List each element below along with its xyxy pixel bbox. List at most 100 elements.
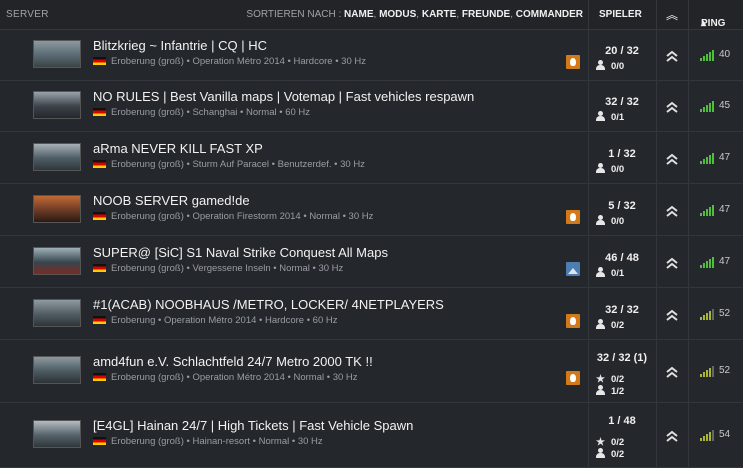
map-thumbnail <box>33 247 81 275</box>
server-meta-text: Eroberung (groß) • Sturm Auf Paracel • B… <box>111 159 365 170</box>
ping-ms: 52 <box>719 365 731 376</box>
person-icon <box>596 60 605 70</box>
sort-commander[interactable]: COMMANDER <box>516 9 583 20</box>
map-thumbnail <box>33 356 81 384</box>
person-icon <box>596 111 605 121</box>
flame-icon <box>566 55 580 69</box>
column-spieler[interactable]: SPIELER <box>588 0 657 29</box>
player-count: 20 / 32 <box>605 45 639 57</box>
rank-chevron-icon <box>665 365 679 379</box>
map-thumbnail <box>33 420 81 448</box>
map-thumbnail <box>33 195 81 223</box>
flag-germany-icon <box>93 264 106 272</box>
server-name: #1(ACAB) NOOBHAUS /METRO, LOCKER/ 4NETPL… <box>93 297 444 312</box>
commander-star-icon: ★ <box>596 374 605 385</box>
column-divider <box>656 30 657 80</box>
server-meta: Eroberung (groß) • Operation Métro 2014 … <box>93 372 358 383</box>
sort-name[interactable]: NAME <box>344 9 373 20</box>
ping-value: 47 <box>700 152 730 164</box>
player-count: 1 / 48 <box>608 415 636 427</box>
flame-icon <box>566 210 580 224</box>
player-count: 32 / 32 (1) <box>596 352 648 364</box>
server-row[interactable]: NOOB SERVER gamed!de Eroberung (groß) • O… <box>0 184 743 236</box>
player-count: 32 / 32 <box>605 96 639 108</box>
player-count: 5 / 32 <box>608 200 636 212</box>
ping-ms: 47 <box>719 256 731 267</box>
rank-chevron-icon <box>665 429 679 443</box>
column-divider <box>656 236 657 287</box>
flag-germany-icon <box>93 212 106 220</box>
server-row[interactable]: SUPER@ [SiC] S1 Naval Strike Conquest Al… <box>0 236 743 288</box>
signal-bars-icon <box>700 366 715 377</box>
column-rank[interactable]: ︽ <box>656 0 689 29</box>
flag-germany-icon <box>93 437 106 445</box>
server-row[interactable]: #1(ACAB) NOOBHAUS /METRO, LOCKER/ 4NETPL… <box>0 288 743 340</box>
server-name: SUPER@ [SiC] S1 Naval Strike Conquest Al… <box>93 245 388 260</box>
column-server[interactable]: SERVER <box>6 9 49 20</box>
server-name: NO RULES | Best Vanilla maps | Votemap |… <box>93 89 475 104</box>
queue-count: 0/1 <box>611 268 625 279</box>
signal-bars-icon <box>700 430 715 441</box>
column-divider <box>656 288 657 339</box>
flame-icon <box>566 314 580 328</box>
person-icon <box>596 448 605 458</box>
server-name: Blitzkrieg ~ Infantrie | CQ | HC <box>93 38 268 53</box>
ping-ms: 47 <box>719 152 731 163</box>
flag-germany-icon <box>93 160 106 168</box>
flag-germany-icon <box>93 108 106 116</box>
column-divider <box>588 403 589 467</box>
server-meta-text: Eroberung (groß) • Vergessene Inseln • N… <box>111 263 344 274</box>
ping-value: 40 <box>700 49 730 61</box>
column-divider <box>688 132 689 183</box>
server-name: NOOB SERVER gamed!de <box>93 193 250 208</box>
queue-slots: 0/1 <box>596 267 624 279</box>
server-meta: Eroberung (groß) • Vergessene Inseln • N… <box>93 263 343 274</box>
map-thumbnail <box>33 143 81 171</box>
column-ping[interactable]: PING ▴ <box>688 0 743 29</box>
sort-modus[interactable]: MODUS <box>379 9 416 20</box>
player-count: 46 / 48 <box>605 252 639 264</box>
column-divider <box>656 132 657 183</box>
ping-ms: 54 <box>719 429 731 440</box>
rank-chevron-icon <box>665 49 679 63</box>
server-row[interactable]: amd4fun e.V. Schlachtfeld 24/7 Metro 200… <box>0 340 743 403</box>
queue-slots: 0/2 <box>596 448 624 460</box>
ping-value: 52 <box>700 308 730 320</box>
sort-bar: SORTIEREN NACH : NAME, MODUS, KARTE, FRE… <box>246 9 583 20</box>
flag-germany-icon <box>93 316 106 324</box>
player-count: 1 / 32 <box>608 148 636 160</box>
person-icon <box>596 267 605 277</box>
server-row[interactable]: [E4GL] Hainan 24/7 | High Tickets | Fast… <box>0 403 743 468</box>
server-meta: Eroberung (groß) • Hainan-resort • Norma… <box>93 436 323 447</box>
server-meta-text: Eroberung (groß) • Operation Métro 2014 … <box>111 372 358 383</box>
map-thumbnail <box>33 299 81 327</box>
server-meta-text: Eroberung (groß) • Operation Firestorm 2… <box>111 211 374 222</box>
sort-karte[interactable]: KARTE <box>422 9 456 20</box>
queue-count: 1/2 <box>611 386 625 397</box>
server-row[interactable]: NO RULES | Best Vanilla maps | Votemap |… <box>0 81 743 132</box>
server-meta-text: Eroberung (groß) • Hainan-resort • Norma… <box>111 436 323 447</box>
commander-star-icon: ★ <box>596 437 605 448</box>
server-row[interactable]: aRma NEVER KILL FAST XP Eroberung (groß) … <box>0 132 743 184</box>
person-icon <box>596 319 605 329</box>
rank-chevron-icon <box>665 308 679 322</box>
rank-chevron-icon <box>665 152 679 166</box>
flame-icon <box>566 371 580 385</box>
queue-count: 0/2 <box>611 449 625 460</box>
column-divider <box>688 184 689 235</box>
caret-up-icon: ▴ <box>701 18 707 29</box>
signal-bars-icon <box>700 205 715 216</box>
chevron-up-double-icon: ︽ <box>666 8 679 22</box>
column-divider <box>656 340 657 402</box>
server-meta: Eroberung • Operation Métro 2014 • Hardc… <box>93 315 337 326</box>
sort-freunde[interactable]: FREUNDE <box>462 9 510 20</box>
server-name: [E4GL] Hainan 24/7 | High Tickets | Fast… <box>93 418 414 433</box>
player-count: 32 / 32 <box>605 304 639 316</box>
server-row[interactable]: Blitzkrieg ~ Infantrie | CQ | HC Eroberun… <box>0 30 743 81</box>
column-divider <box>656 81 657 131</box>
rank-chevron-icon <box>665 256 679 270</box>
queue-count: 0/0 <box>611 216 625 227</box>
rank-chevron-icon <box>665 204 679 218</box>
server-meta: Eroberung (groß) • Schanghai • Normal • … <box>93 107 310 118</box>
queue-slots: 0/0 <box>596 215 624 227</box>
